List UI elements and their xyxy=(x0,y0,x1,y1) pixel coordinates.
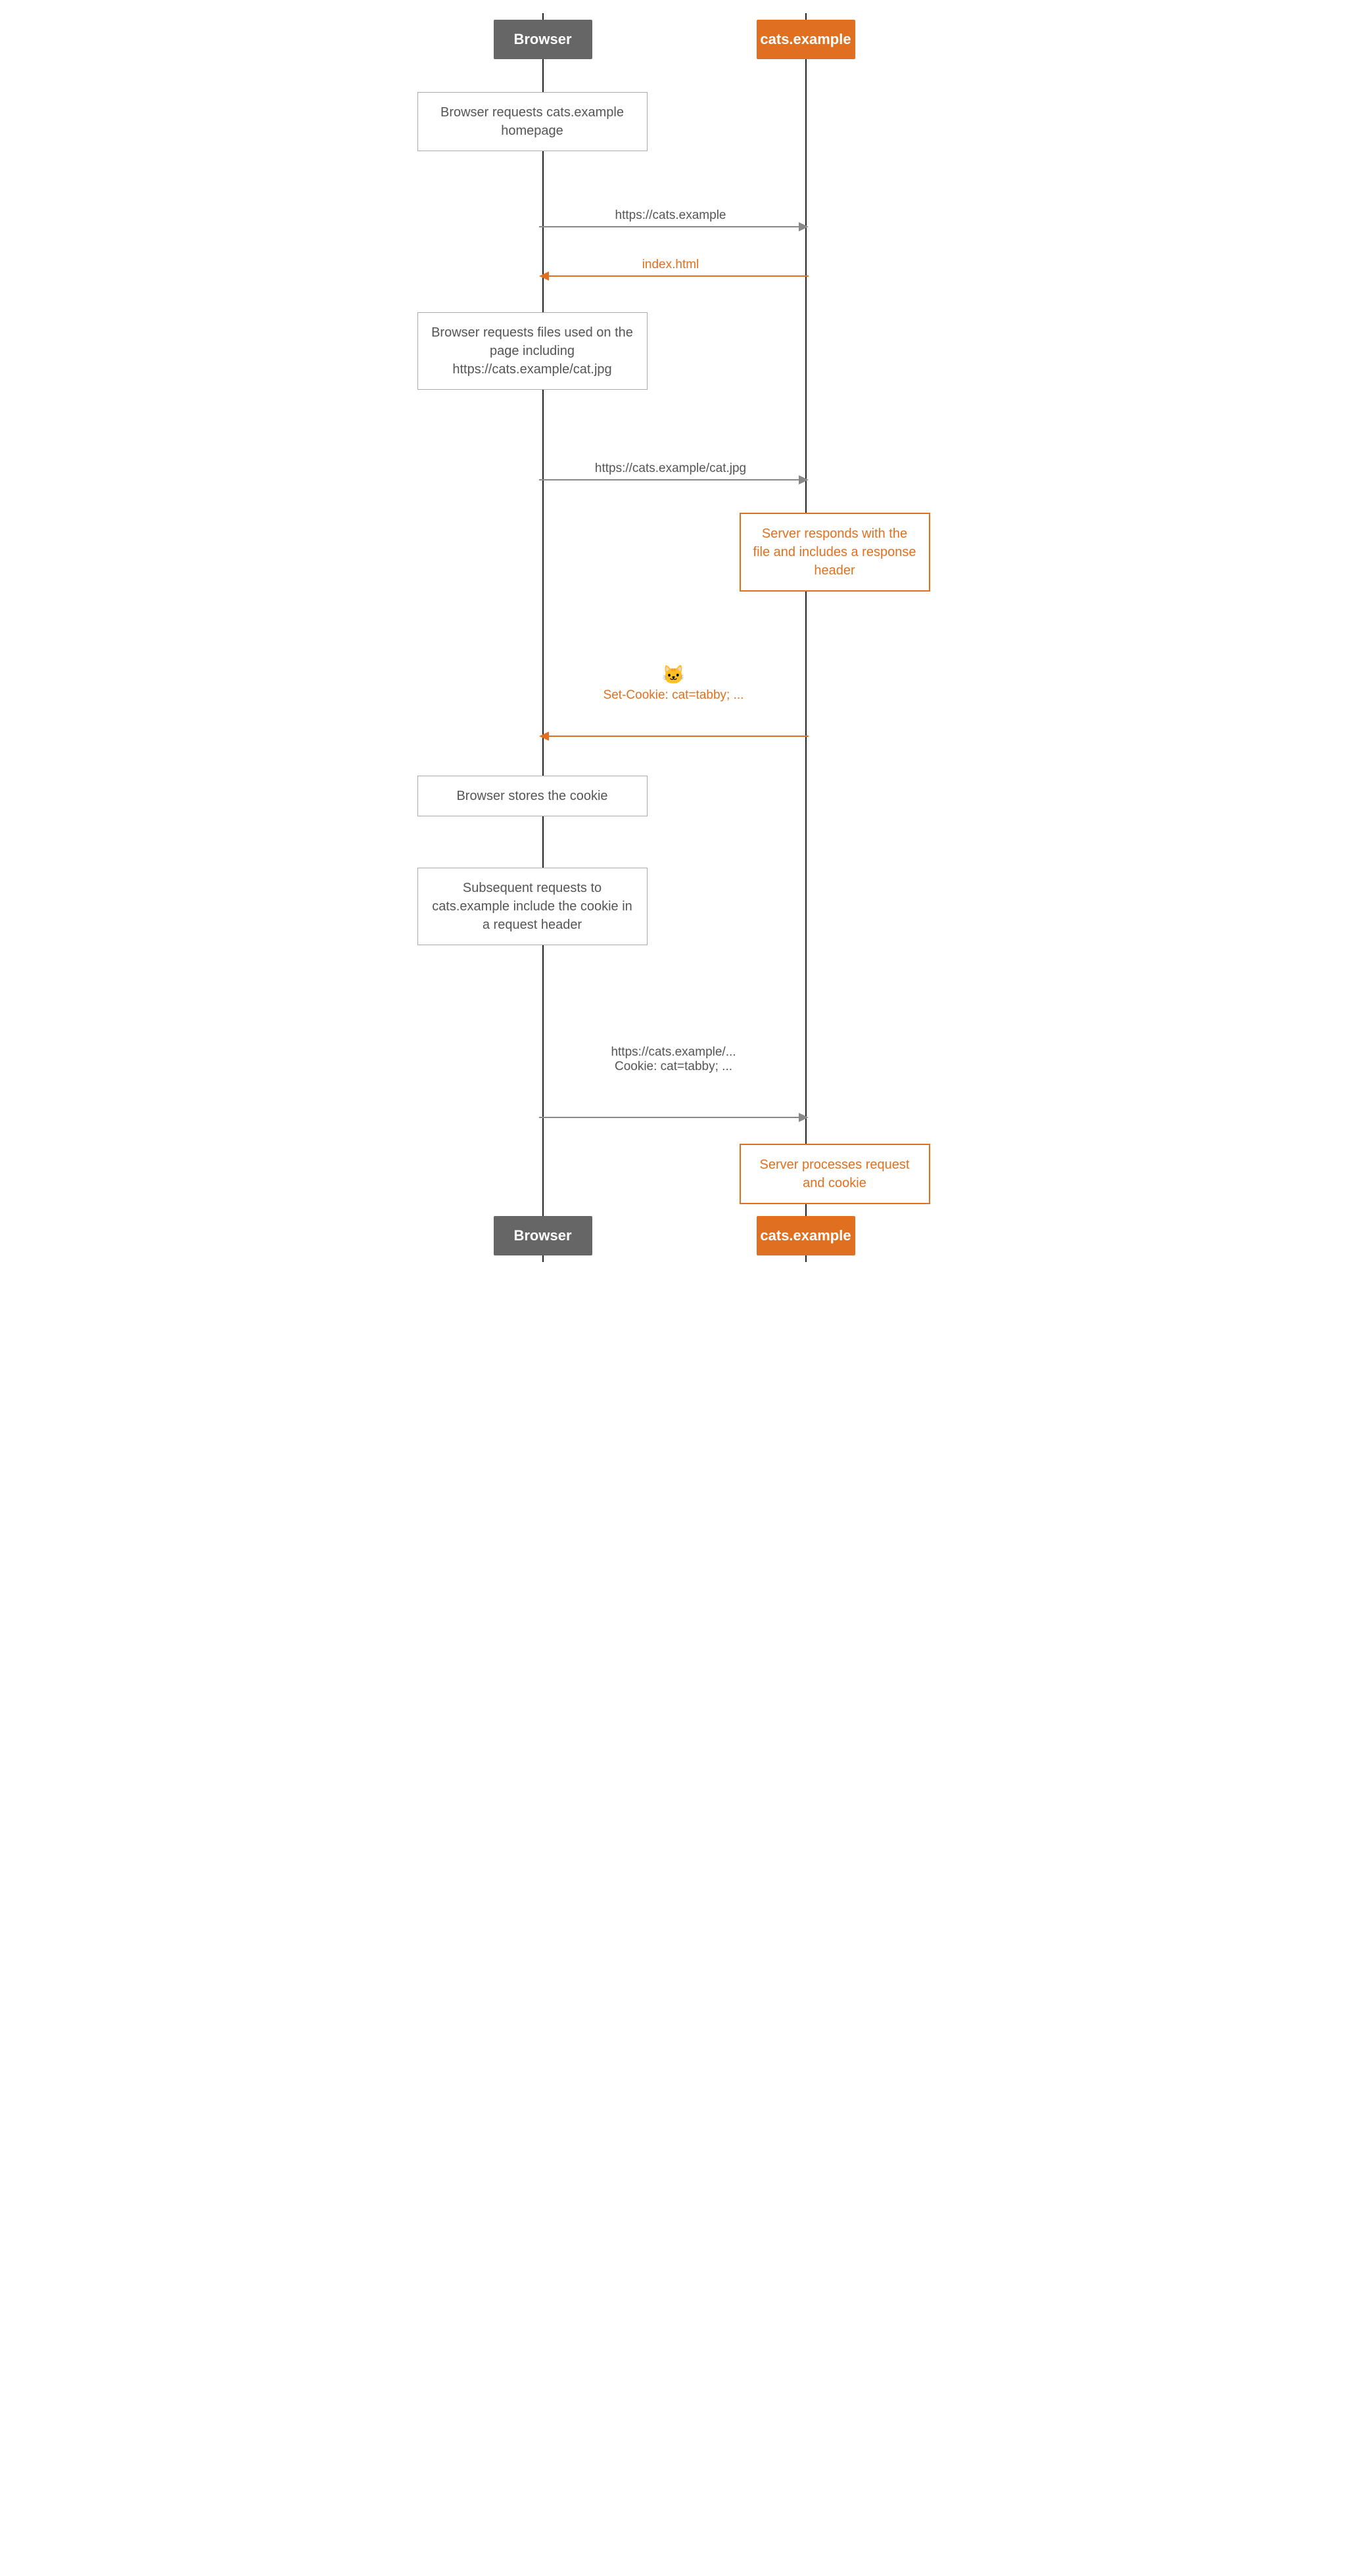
note-server-processes: Server processes request and cookie xyxy=(740,1144,930,1204)
actor-server-top: cats.example xyxy=(757,20,855,59)
arrow4-emoji-label: 🐱 Set-Cookie: cat=tabby; ... xyxy=(542,664,805,708)
arrow3-label: https://cats.example/cat.jpg xyxy=(594,461,745,475)
note4-text: Browser stores the cookie xyxy=(456,789,607,803)
arrow5-label1: https://cats.example/... xyxy=(542,1045,805,1060)
actor-server-bottom: cats.example xyxy=(757,1216,855,1255)
note2-text: Browser requests files used on the page … xyxy=(431,325,633,377)
sequence-diagram: Browser cats.example Browser requests ca… xyxy=(411,13,937,1262)
note-browser-requests-homepage: Browser requests cats.example homepage xyxy=(417,92,648,151)
arrow1-label: https://cats.example xyxy=(615,208,726,222)
note-browser-requests-files: Browser requests files used on the page … xyxy=(417,312,648,390)
actor-browser-top-label: Browser xyxy=(513,31,571,48)
actor-server-top-label: cats.example xyxy=(760,31,851,48)
arrow4-emoji: 🐱 xyxy=(542,664,805,686)
arrow5-labels: https://cats.example/... Cookie: cat=tab… xyxy=(542,1045,805,1078)
arrow2-label: index.html xyxy=(642,258,699,271)
arrow-request-catjpg: https://cats.example/cat.jpg xyxy=(539,460,809,493)
note-browser-stores-cookie: Browser stores the cookie xyxy=(417,776,648,816)
arrow-request-homepage: https://cats.example xyxy=(539,207,809,240)
note3-text: Server responds with the file and includ… xyxy=(753,527,916,578)
actor-server-bottom-label: cats.example xyxy=(760,1227,851,1244)
arrow-response-index: index.html xyxy=(539,256,809,289)
actor-browser-top: Browser xyxy=(494,20,592,59)
arrow5-label2: Cookie: cat=tabby; ... xyxy=(542,1060,805,1074)
actor-browser-bottom-label: Browser xyxy=(513,1227,571,1244)
note-server-responds: Server responds with the file and includ… xyxy=(740,513,930,592)
actor-browser-bottom: Browser xyxy=(494,1216,592,1255)
note1-text: Browser requests cats.example homepage xyxy=(440,105,624,138)
arrow-set-cookie xyxy=(539,716,809,749)
note5-text: Subsequent requests to cats.example incl… xyxy=(432,881,632,932)
arrow-subsequent-request xyxy=(539,1098,809,1131)
arrow4-cookie-label: Set-Cookie: cat=tabby; ... xyxy=(542,688,805,703)
lifeline-server xyxy=(805,13,807,1262)
note-subsequent-requests: Subsequent requests to cats.example incl… xyxy=(417,868,648,945)
note6-text: Server processes request and cookie xyxy=(760,1158,910,1190)
